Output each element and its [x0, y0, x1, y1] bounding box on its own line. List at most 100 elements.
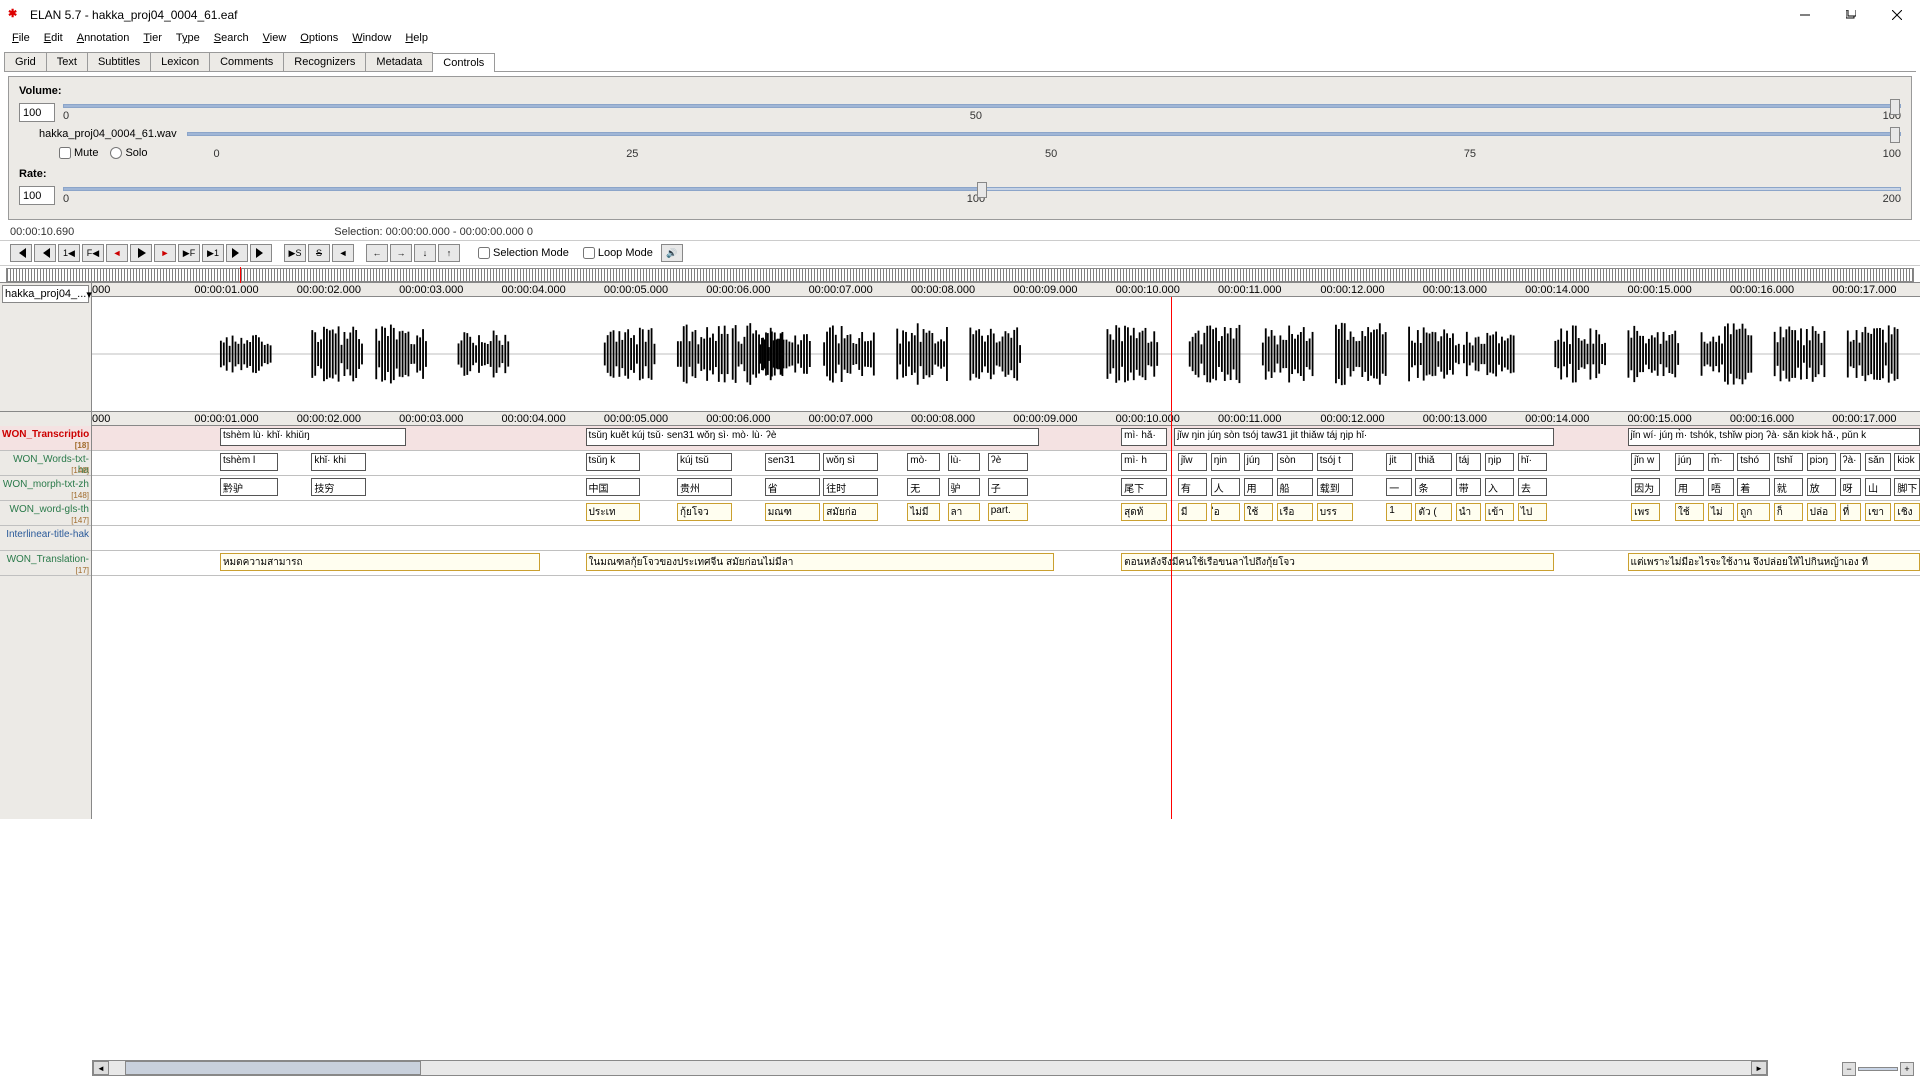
next-pixel-button[interactable]: ▶F — [178, 244, 200, 262]
maximize-button[interactable] — [1828, 0, 1874, 30]
tier-row[interactable]: 黔驴技穷中国贵州省往时无驴子尾下有人用船载到一条带入去因为用唔着就放呀山脚下 — [92, 476, 1920, 501]
annotation[interactable]: 因为 — [1631, 478, 1660, 496]
annotation[interactable]: ไม่มี — [907, 503, 940, 521]
play-button[interactable] — [130, 244, 152, 262]
annotation[interactable]: 就 — [1774, 478, 1803, 496]
horizontal-scrollbar[interactable]: ◄ ► — [92, 1060, 1768, 1076]
annotation[interactable]: เรือ — [1277, 503, 1314, 521]
annotation[interactable]: 带 — [1456, 478, 1482, 496]
annotation[interactable]: ตอนหลังจึงมีคนใช้เรือขนลาไปถึงกุ้ยโจว — [1121, 553, 1554, 571]
annotation[interactable]: kiɔk — [1894, 453, 1920, 471]
menu-type[interactable]: Type — [170, 30, 206, 50]
tier-row[interactable]: ประเทกุ้ยโจวมณฑสมัยก่อไม่มีลาpart.สุดท้ม… — [92, 501, 1920, 526]
tab-subtitles[interactable]: Subtitles — [87, 52, 151, 71]
annotation[interactable]: 载到 — [1317, 478, 1354, 496]
next-frame-button[interactable]: ▶1 — [202, 244, 224, 262]
annotation[interactable]: ʔè — [988, 453, 1028, 471]
annotation[interactable]: lù· — [948, 453, 981, 471]
tier-cursor[interactable] — [1171, 412, 1172, 819]
annotation[interactable]: ใช้ — [1675, 503, 1704, 521]
step-back-button[interactable]: ◄ — [106, 244, 128, 262]
volume-input[interactable] — [19, 103, 55, 122]
mute-checkbox[interactable]: Mute — [59, 147, 98, 159]
annotation[interactable]: ในมณฑลกุ้ยโจวของประเทศจีน สมัยก่อนไม่มีล… — [586, 553, 1054, 571]
annotation[interactable]: táj — [1456, 453, 1482, 471]
annotation[interactable]: 中国 — [586, 478, 641, 496]
annotation[interactable]: ŋip — [1485, 453, 1514, 471]
annotation[interactable]: เชิง — [1894, 503, 1920, 521]
annotation[interactable]: sen31 — [765, 453, 820, 471]
tier-ruler[interactable]: 00000:00:01.00000:00:02.00000:00:03.0000… — [92, 412, 1920, 426]
menu-file[interactable]: File — [6, 30, 36, 50]
annotation[interactable]: 呀 — [1840, 478, 1862, 496]
solo-radio[interactable]: Solo — [110, 147, 147, 159]
annotation[interactable]: jǐn wí· júŋ m̀· tshók, tshǐw piɔŋ ʔà· sǎ… — [1628, 428, 1920, 446]
annotation[interactable]: sǎn — [1865, 453, 1891, 471]
annotation[interactable]: jit — [1386, 453, 1412, 471]
menu-tier[interactable]: Tier — [137, 30, 168, 50]
arrow-down-button[interactable]: ↓ — [414, 244, 436, 262]
annotation[interactable]: สมัยก่อ — [823, 503, 878, 521]
annotation[interactable]: ถูก — [1737, 503, 1770, 521]
annotation[interactable]: 放 — [1807, 478, 1836, 496]
waveform-display[interactable] — [92, 297, 1920, 411]
annotation[interactable]: júŋ — [1244, 453, 1273, 471]
rate-slider[interactable] — [63, 187, 1901, 191]
annotation[interactable]: 子 — [988, 478, 1028, 496]
tab-metadata[interactable]: Metadata — [365, 52, 433, 71]
annotation[interactable]: jǐn w — [1631, 453, 1660, 471]
annotation[interactable]: ปล่อ — [1807, 503, 1836, 521]
annotation[interactable]: เพร — [1631, 503, 1660, 521]
annotation[interactable]: tsój t — [1317, 453, 1354, 471]
scroll-thumb[interactable] — [125, 1061, 421, 1075]
annotation[interactable]: tshèm l — [220, 453, 278, 471]
goto-end-button[interactable] — [250, 244, 272, 262]
play-selection-strike-button[interactable]: S — [308, 244, 330, 262]
annotation[interactable]: hǐ· — [1518, 453, 1547, 471]
loop-mode-checkbox[interactable]: Loop Mode — [583, 247, 653, 259]
annotation[interactable]: 技穷 — [311, 478, 366, 496]
annotation[interactable]: หมดความสามารถ — [220, 553, 540, 571]
annotation[interactable]: mì· h — [1121, 453, 1167, 471]
annotation[interactable]: tshǐ — [1774, 453, 1803, 471]
tier-label[interactable]: WON_Transcriptio[18] — [0, 426, 91, 451]
tier-label[interactable]: WON_Words-txt-ha[148] — [0, 451, 91, 476]
annotation[interactable]: 去 — [1518, 478, 1547, 496]
annotation[interactable]: kúj tsǔ — [677, 453, 732, 471]
annotation[interactable]: ือ — [1211, 503, 1240, 521]
minimize-button[interactable] — [1782, 0, 1828, 30]
scroll-right-button[interactable]: ► — [1751, 1061, 1767, 1075]
tab-recognizers[interactable]: Recognizers — [283, 52, 366, 71]
annotation[interactable]: 山 — [1865, 478, 1891, 496]
annotation[interactable]: 1 — [1386, 503, 1412, 521]
tier-label[interactable]: WON_morph-txt-zh[148] — [0, 476, 91, 501]
annotation[interactable]: เขา — [1865, 503, 1891, 521]
menu-help[interactable]: Help — [399, 30, 434, 50]
overview-strip[interactable] — [6, 268, 1914, 282]
waveform-ruler[interactable]: 00000:00:01.00000:00:02.00000:00:03.0000… — [92, 283, 1920, 297]
tier-row[interactable]: tshèm lù· khǐ· khiǔŋtsǔŋ kuět kúj tsǔ· s… — [92, 426, 1920, 451]
volume-slider[interactable] — [63, 104, 1901, 108]
annotation[interactable]: มี — [1178, 503, 1207, 521]
zoom-in-button[interactable]: + — [1900, 1062, 1914, 1076]
annotation[interactable]: 驴 — [948, 478, 981, 496]
annotation[interactable]: เข้า — [1485, 503, 1514, 521]
annotation[interactable]: ประเท — [586, 503, 641, 521]
annotation[interactable]: ที่ — [1840, 503, 1862, 521]
annotation[interactable]: sòn — [1277, 453, 1314, 471]
menu-view[interactable]: View — [257, 30, 293, 50]
annotation[interactable]: 一 — [1386, 478, 1412, 496]
annotation[interactable]: 尾下 — [1121, 478, 1167, 496]
annotation[interactable]: mì· hǎ· — [1121, 428, 1167, 446]
scroll-left-button[interactable]: ◄ — [93, 1061, 109, 1075]
annotation[interactable]: 用 — [1244, 478, 1273, 496]
tab-lexicon[interactable]: Lexicon — [150, 52, 210, 71]
tab-comments[interactable]: Comments — [209, 52, 284, 71]
annotation[interactable]: tsǔŋ k — [586, 453, 641, 471]
play-selection-button[interactable]: ▶S — [284, 244, 306, 262]
annotation[interactable]: m̀· — [1708, 453, 1734, 471]
media-volume-slider[interactable] — [187, 132, 1901, 136]
annotation[interactable]: júŋ — [1675, 453, 1704, 471]
annotation[interactable]: 入 — [1485, 478, 1514, 496]
annotation[interactable]: บรร — [1317, 503, 1354, 521]
